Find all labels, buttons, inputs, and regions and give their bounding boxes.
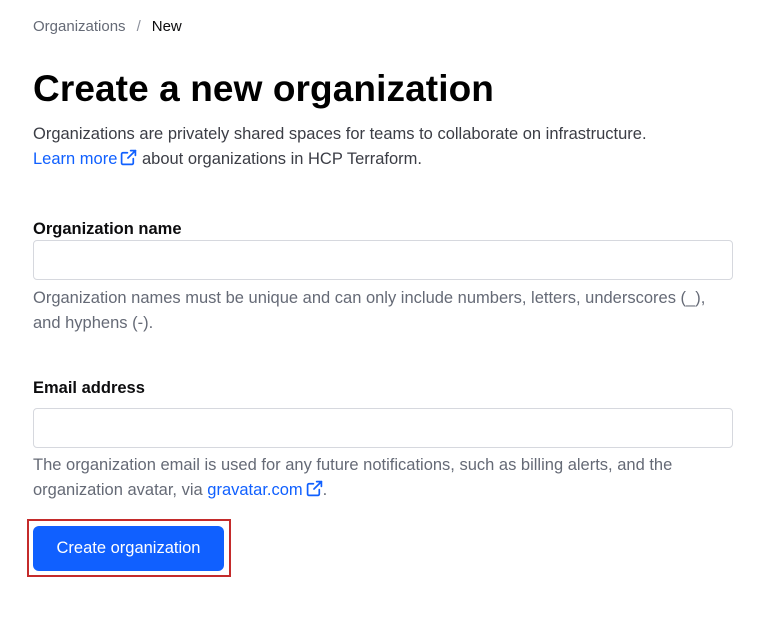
org-name-label: Organization name: [33, 220, 182, 238]
email-help: The organization email is used for any f…: [33, 453, 733, 503]
learn-more-suffix: about organizations in HCP Terraform.: [137, 150, 423, 168]
breadcrumb-organizations-link[interactable]: Organizations: [33, 17, 126, 37]
org-name-input[interactable]: [33, 240, 733, 280]
page: Organizations / New Create a new organiz…: [0, 0, 777, 620]
email-input[interactable]: [33, 408, 733, 448]
gravatar-link[interactable]: gravatar.com: [207, 480, 322, 499]
external-link-icon: [306, 480, 322, 497]
gravatar-label: gravatar.com: [207, 481, 303, 499]
email-help-prefix: The organization email is used for any f…: [33, 456, 673, 499]
breadcrumb-current: New: [151, 18, 182, 35]
breadcrumb-separator: /: [136, 18, 141, 35]
intro-description: Organizations are privately shared space…: [33, 125, 647, 143]
org-name-help: Organization names must be unique and ca…: [33, 289, 706, 332]
email-help-suffix: .: [322, 481, 328, 499]
email-label: Email address: [33, 379, 145, 397]
page-title: Create a new organization: [33, 68, 494, 109]
external-link-icon: [121, 149, 137, 166]
learn-more-link[interactable]: Learn more: [33, 149, 137, 168]
breadcrumb: Organizations / New: [33, 17, 182, 37]
intro-text: Organizations are privately shared space…: [33, 122, 733, 172]
create-organization-button[interactable]: Create organization: [33, 526, 224, 571]
learn-more-label: Learn more: [33, 150, 118, 168]
